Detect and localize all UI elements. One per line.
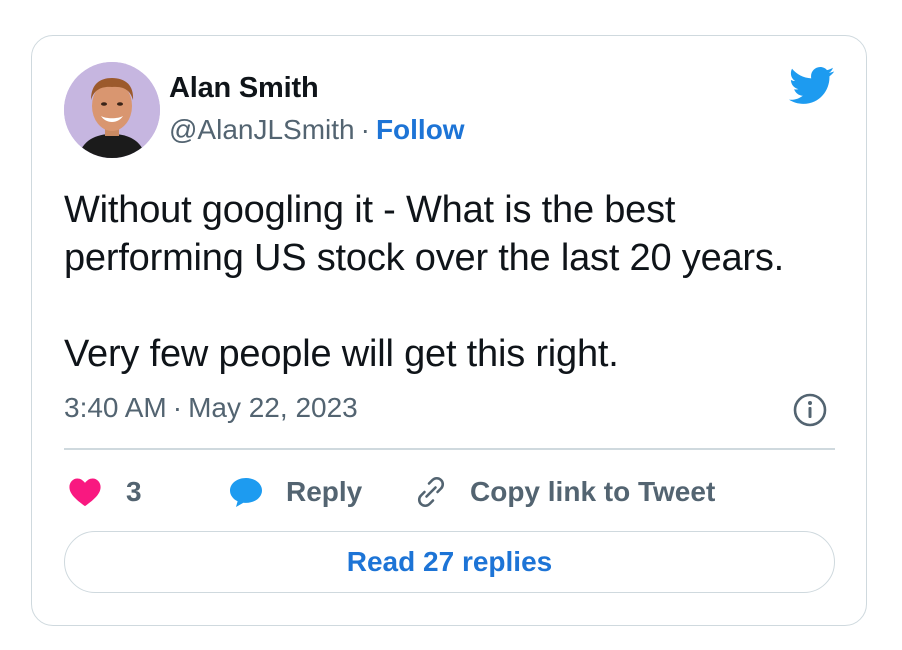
- tweet-time: 3:40 AM: [64, 392, 167, 423]
- like-button[interactable]: 3: [68, 468, 142, 516]
- reply-button[interactable]: Reply: [228, 468, 362, 516]
- tweet-text: Without googling it - What is the best p…: [64, 186, 844, 378]
- avatar-photo: [64, 62, 160, 158]
- copy-link-button[interactable]: Copy link to Tweet: [414, 468, 715, 516]
- tweet-actions: 3 Reply Copy link to Tweet: [64, 468, 835, 516]
- follow-button[interactable]: Follow: [376, 114, 465, 145]
- tweet-timestamp[interactable]: 3:40 AM · May 22, 2023: [64, 392, 358, 424]
- heart-icon: [68, 477, 102, 507]
- timestamp-separator: ·: [172, 392, 183, 423]
- tweet-text-line-1: Without googling it - What is the best p…: [64, 189, 785, 279]
- info-icon[interactable]: [792, 392, 828, 428]
- divider: [64, 448, 835, 450]
- link-icon: [414, 475, 448, 509]
- twitter-bird-icon[interactable]: [789, 66, 835, 106]
- embedded-tweet-card: Alan Smith @AlanJLSmith · Follow Without g…: [31, 35, 867, 626]
- copy-link-label: Copy link to Tweet: [470, 476, 716, 507]
- tweet-text-line-2: Very few people will get this right.: [64, 333, 619, 375]
- handle-separator: ·: [360, 114, 370, 145]
- reply-label: Reply: [286, 476, 363, 507]
- avatar[interactable]: [64, 62, 160, 158]
- like-count: 3: [126, 476, 142, 507]
- author-handle[interactable]: @AlanJLSmith: [169, 114, 355, 145]
- author-name[interactable]: Alan Smith: [169, 72, 319, 105]
- tweet-date: May 22, 2023: [188, 392, 358, 423]
- read-replies-button[interactable]: Read 27 replies: [64, 531, 835, 593]
- speech-bubble-icon: [228, 476, 264, 508]
- author-handle-row: @AlanJLSmith · Follow: [169, 114, 465, 146]
